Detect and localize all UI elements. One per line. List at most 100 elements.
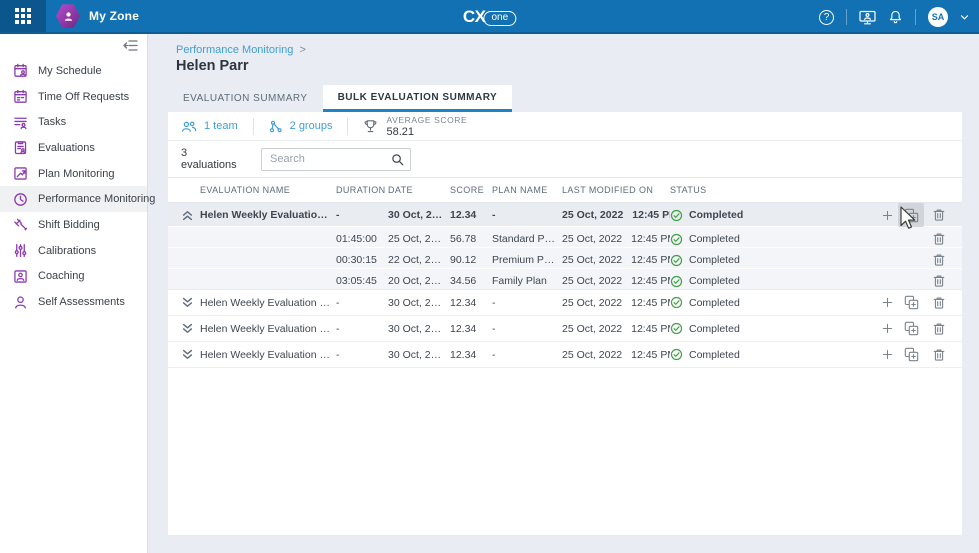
sidebar: My Schedule Time Off Requests Tasks Eval… <box>0 34 148 553</box>
last-modified-time: 12:45 PM <box>631 349 670 361</box>
self-assessments-icon <box>13 295 28 310</box>
table-row[interactable]: Helen Weekly Evaluation - June 20 - 30 O… <box>168 342 962 368</box>
copy-button[interactable] <box>898 343 924 367</box>
table-row[interactable]: Helen Weekly Evaluation - June 20 - 30 O… <box>168 316 962 342</box>
groups-link[interactable]: 2 groups <box>269 120 333 133</box>
sidebar-item-tasks[interactable]: Tasks <box>0 109 147 135</box>
date-cell: 22 Oct, 2022 <box>388 254 450 266</box>
summary-stats-row: 1 team 2 groups AVERAGE SCORE 58.21 <box>168 112 962 141</box>
completed-check-icon <box>670 233 683 246</box>
breadcrumb-separator: > <box>299 44 305 56</box>
sidebar-item-label: Time Off Requests <box>38 91 129 103</box>
status-label: Completed <box>689 323 740 335</box>
copy-button[interactable] <box>898 203 924 227</box>
header-plan-name: PLAN NAME <box>492 185 562 195</box>
delete-button[interactable] <box>926 203 952 227</box>
table-row[interactable]: Helen Weekly Evaluation - June… - 30 Oct… <box>168 203 962 227</box>
copy-button[interactable] <box>898 291 924 315</box>
copy-button[interactable] <box>898 317 924 341</box>
tab-evaluation-summary[interactable]: EVALUATION SUMMARY <box>168 85 323 112</box>
expand-row-icon[interactable] <box>182 323 193 334</box>
sidebar-item-self-assessments[interactable]: Self Assessments <box>0 289 147 315</box>
last-modified-date: 25 Oct, 2022 <box>562 233 622 245</box>
last-modified-cell: 25 Oct, 2022 12:45 PM <box>562 275 670 287</box>
table-row[interactable]: 01:45:00 25 Oct, 2022 56.78 Standard Pla… <box>168 227 962 248</box>
breadcrumb: Performance Monitoring > <box>176 44 962 57</box>
separator <box>347 118 348 135</box>
last-modified-date: 25 Oct, 2022 <box>562 297 622 309</box>
header-evaluation-name: EVALUATION NAME <box>200 185 336 195</box>
sidebar-item-plan-monitoring[interactable]: Plan Monitoring <box>0 161 147 187</box>
date-cell: 30 Oct, 2022 <box>388 323 450 335</box>
trash-icon <box>932 232 946 246</box>
evaluations-icon <box>13 140 28 155</box>
add-evaluation-button[interactable] <box>874 291 900 315</box>
app-brand[interactable]: My Zone <box>56 4 139 29</box>
table-row[interactable]: 00:30:15 22 Oct, 2022 90.12 Premium Plan… <box>168 248 962 269</box>
separator <box>253 118 254 135</box>
breadcrumb-link[interactable]: Performance Monitoring <box>176 44 293 56</box>
agent-monitor-icon[interactable] <box>859 10 876 25</box>
sidebar-item-shift-bidding[interactable]: Shift Bidding <box>0 212 147 238</box>
notifications-bell-icon[interactable] <box>888 9 903 25</box>
sidebar-item-coaching[interactable]: Coaching <box>0 264 147 290</box>
sidebar-collapse-icon[interactable] <box>122 39 138 52</box>
status-label: Completed <box>689 297 740 309</box>
delete-button[interactable] <box>926 317 952 341</box>
add-evaluation-button[interactable] <box>874 317 900 341</box>
plan-name-cell: - <box>492 323 562 335</box>
trash-icon <box>932 274 946 288</box>
evaluation-name-cell: Helen Weekly Evaluation - June 20 <box>200 323 336 335</box>
sidebar-item-calibrations[interactable]: Calibrations <box>0 238 147 264</box>
table-row[interactable]: 03:05:45 20 Oct, 2022 34.56 Family Plan … <box>168 269 962 290</box>
plan-name-cell: Premium Plan <box>492 254 562 266</box>
time-off-requests-icon <box>13 89 28 104</box>
last-modified-time: 12:45 PM <box>632 209 670 221</box>
sidebar-item-evaluations[interactable]: Evaluations <box>0 135 147 161</box>
help-icon[interactable]: ? <box>819 10 834 25</box>
completed-check-icon <box>670 296 683 309</box>
trash-icon <box>932 253 946 267</box>
team-icon <box>181 120 197 133</box>
delete-button[interactable] <box>926 343 952 367</box>
collapse-row-icon[interactable] <box>182 210 193 221</box>
last-modified-time: 12:45 PM <box>631 254 670 266</box>
table-row[interactable]: Helen Weekly Evaluation - June 20 - 30 O… <box>168 290 962 316</box>
chevron-down-icon[interactable] <box>960 14 969 21</box>
duration-cell: 01:45:00 <box>336 233 388 245</box>
add-evaluation-button[interactable] <box>874 343 900 367</box>
sidebar-item-label: Tasks <box>38 116 66 128</box>
app-launcher-button[interactable] <box>0 0 46 32</box>
add-evaluation-button[interactable] <box>874 203 900 227</box>
last-modified-cell: 25 Oct, 2022 12:45 PM <box>562 209 670 221</box>
score-cell: 56.78 <box>450 233 492 245</box>
expand-row-icon[interactable] <box>182 349 193 360</box>
delete-button[interactable] <box>926 291 952 315</box>
sidebar-item-label: Evaluations <box>38 142 95 154</box>
sidebar-item-performance-monitoring[interactable]: Performance Monitoring <box>0 186 147 212</box>
team-link-label: 1 team <box>204 120 238 132</box>
score-cell: 90.12 <box>450 254 492 266</box>
table-toolbar: 3 evaluations <box>168 141 962 177</box>
evaluation-name-cell: Helen Weekly Evaluation - June 20 <box>200 297 336 309</box>
sidebar-item-time-off-requests[interactable]: Time Off Requests <box>0 84 147 110</box>
delete-button[interactable] <box>926 269 952 293</box>
tasks-icon <box>13 115 28 130</box>
search-input[interactable] <box>261 148 411 171</box>
sidebar-item-label: Plan Monitoring <box>38 168 114 180</box>
sidebar-item-my-schedule[interactable]: My Schedule <box>0 58 147 84</box>
duration-cell: - <box>336 323 388 335</box>
user-avatar[interactable]: SA <box>928 7 948 27</box>
my-schedule-icon <box>13 63 28 78</box>
table-body: Helen Weekly Evaluation - June… - 30 Oct… <box>168 203 962 368</box>
tab-bulk-evaluation-summary[interactable]: BULK EVALUATION SUMMARY <box>323 85 513 112</box>
trash-icon <box>932 208 946 222</box>
status-label: Completed <box>689 209 743 221</box>
team-link[interactable]: 1 team <box>181 120 238 133</box>
status-cell: Completed <box>670 233 874 246</box>
search-icon <box>391 153 404 166</box>
expand-row-icon[interactable] <box>182 297 193 308</box>
score-cell: 12.34 <box>450 297 492 309</box>
last-modified-cell: 25 Oct, 2022 12:45 PM <box>562 349 670 361</box>
header-last-modified-on: LAST MODIFIED ON <box>562 185 670 195</box>
